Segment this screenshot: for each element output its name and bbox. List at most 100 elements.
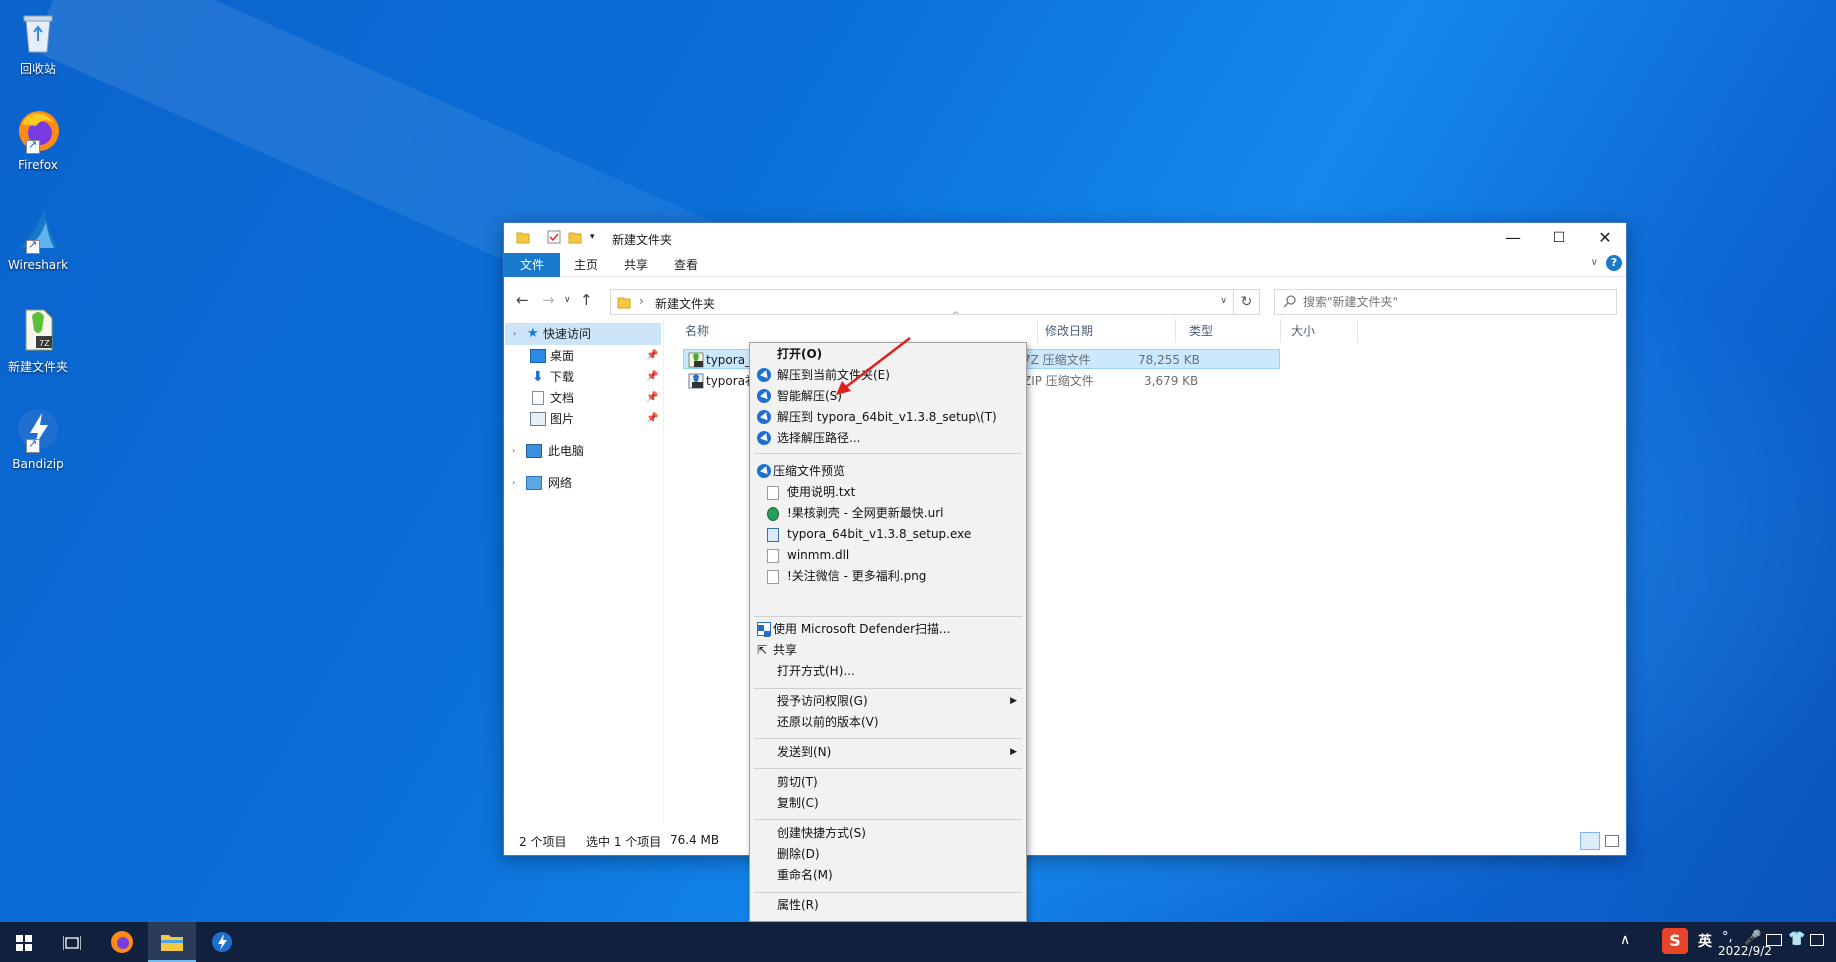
- desktop-icon-firefox[interactable]: Firefox: [2, 106, 74, 172]
- toolbox-icon[interactable]: [1810, 934, 1824, 946]
- bandizip-icon: [757, 410, 771, 424]
- column-header-name[interactable]: 名称: [685, 319, 709, 343]
- menu-item-delete[interactable]: 删除(D): [753, 844, 1023, 865]
- column-header-modified[interactable]: 修改日期: [1045, 319, 1093, 343]
- search-box[interactable]: [1274, 289, 1617, 315]
- address-bar[interactable]: › 新建文件夹 ∨: [610, 289, 1234, 315]
- properties-check-icon[interactable]: [547, 230, 561, 247]
- refresh-button[interactable]: ↻: [1234, 289, 1260, 315]
- address-row: ← → ∨ ↑ › 新建文件夹 ∨ ↻: [504, 285, 1626, 317]
- column-separator[interactable]: [1280, 319, 1281, 343]
- menu-item-preview-file[interactable]: typora_64bit_v1.3.8_setup.exe: [753, 524, 1023, 545]
- breadcrumb-chevron-icon: ›: [639, 294, 644, 308]
- network-icon: [526, 476, 542, 490]
- tab-view[interactable]: 查看: [660, 253, 712, 277]
- menu-item-properties[interactable]: 属性(R): [753, 895, 1023, 916]
- taskbar-file-explorer[interactable]: [148, 922, 196, 962]
- recent-locations-chevron-icon[interactable]: ∨: [564, 295, 571, 305]
- nav-item-label: 文档: [550, 391, 575, 405]
- menu-item-cut[interactable]: 剪切(T): [753, 772, 1023, 793]
- annotation-arrow-icon: [836, 337, 911, 395]
- menu-item-preview-file[interactable]: winmm.dll: [753, 545, 1023, 566]
- menu-item-preview-file[interactable]: !关注微信 - 更多福利.png: [753, 566, 1023, 587]
- menu-item-copy[interactable]: 复制(C): [753, 793, 1023, 814]
- nav-item-quick-access[interactable]: › ★ 快速访问: [505, 323, 661, 345]
- nav-item-desktop[interactable]: 桌面 📌: [504, 345, 664, 367]
- expand-chevron-icon[interactable]: ›: [512, 472, 515, 494]
- expand-chevron-icon[interactable]: ›: [513, 323, 516, 345]
- clothing-skin-icon[interactable]: 👕: [1788, 931, 1805, 947]
- wireshark-icon: [14, 206, 62, 254]
- globe-icon: [767, 507, 779, 521]
- desktop-icon-new-folder-archive[interactable]: 7Z 新建文件夹: [2, 306, 74, 375]
- close-button[interactable]: ✕: [1582, 223, 1628, 253]
- menu-item-preview-file[interactable]: !果核剥壳 - 全网更新最快.url: [753, 503, 1023, 524]
- selected-size: 76.4 MB: [670, 833, 720, 847]
- sogou-ime-icon[interactable]: S: [1662, 928, 1688, 954]
- nav-item-label: 下载: [550, 370, 575, 384]
- nav-item-downloads[interactable]: ⬇ 下载 📌: [504, 366, 664, 388]
- show-hidden-icons-chevron-icon[interactable]: ∧: [1620, 932, 1630, 948]
- nav-item-documents[interactable]: 文档 📌: [504, 387, 664, 409]
- document-icon: [532, 391, 544, 405]
- details-view-icon[interactable]: [1580, 832, 1600, 850]
- bandizip-icon: [757, 389, 771, 403]
- tab-file[interactable]: 文件: [504, 253, 560, 277]
- up-arrow-icon[interactable]: ↑: [580, 291, 593, 309]
- context-menu[interactable]: 打开(O) 解压到当前文件夹(E) 智能解压(S) 解压到 typora_64b…: [749, 342, 1027, 922]
- menu-item-preview-file[interactable]: 使用说明.txt: [753, 482, 1023, 503]
- menu-item-choose-extract-path[interactable]: 选择解压路径...: [753, 428, 1023, 449]
- title-bar[interactable]: ▾ 新建文件夹 — ☐ ✕: [504, 223, 1626, 253]
- menu-item-defender-scan[interactable]: 使用 Microsoft Defender扫描...: [753, 619, 1023, 640]
- dll-file-icon: [767, 549, 779, 563]
- menu-item-create-shortcut[interactable]: 创建快捷方式(S): [753, 823, 1023, 844]
- column-separator[interactable]: [1357, 319, 1358, 343]
- task-view-button[interactable]: [48, 922, 96, 962]
- back-arrow-icon[interactable]: ←: [516, 291, 529, 309]
- menu-item-rename[interactable]: 重命名(M): [753, 865, 1023, 886]
- taskbar-firefox[interactable]: [98, 922, 146, 962]
- forward-arrow-icon[interactable]: →: [542, 291, 555, 309]
- nav-item-network[interactable]: › 网络: [504, 472, 664, 494]
- pin-icon: 📌: [646, 392, 659, 403]
- menu-item-extract-to-folder[interactable]: 解压到 typora_64bit_v1.3.8_setup\(T): [753, 407, 1023, 428]
- tray-date[interactable]: 2022/9/2: [1718, 944, 1772, 958]
- help-icon[interactable]: ?: [1606, 255, 1622, 271]
- expand-ribbon-chevron-icon[interactable]: ∨: [1591, 257, 1598, 268]
- desktop-icon-bandizip[interactable]: Bandizip: [2, 405, 74, 471]
- menu-item-archive-preview[interactable]: 压缩文件预览: [753, 461, 1023, 482]
- minimize-button[interactable]: —: [1490, 223, 1536, 253]
- column-separator[interactable]: [1037, 319, 1038, 343]
- customize-toolbar-chevron-icon[interactable]: ▾: [590, 232, 595, 242]
- start-button[interactable]: [0, 922, 48, 962]
- menu-item-share[interactable]: ⇱ 共享: [753, 640, 1023, 661]
- nav-item-pictures[interactable]: 图片 📌: [504, 408, 664, 430]
- nav-item-this-pc[interactable]: › 此电脑: [504, 440, 664, 462]
- menu-item-grant-access[interactable]: 授予访问权限(G) ▶: [753, 691, 1023, 712]
- breadcrumb-current[interactable]: 新建文件夹: [655, 295, 715, 312]
- menu-item-label: 使用说明.txt: [787, 485, 856, 499]
- taskbar-bandizip[interactable]: [198, 922, 246, 962]
- menu-item-open-with[interactable]: 打开方式(H)...: [753, 661, 1023, 682]
- menu-item-restore-versions[interactable]: 还原以前的版本(V): [753, 712, 1023, 733]
- column-header-size[interactable]: 大小: [1291, 319, 1315, 343]
- address-dropdown-chevron-icon[interactable]: ∨: [1220, 296, 1227, 306]
- punctuation-icon[interactable]: °,: [1722, 930, 1733, 945]
- column-separator[interactable]: [1175, 319, 1176, 343]
- new-folder-icon[interactable]: [568, 230, 582, 247]
- column-header-type[interactable]: 类型: [1189, 319, 1213, 343]
- firefox-icon: [111, 931, 133, 953]
- ime-mode-label[interactable]: 英: [1698, 931, 1712, 951]
- desktop-icon-wireshark[interactable]: Wireshark: [2, 206, 74, 272]
- menu-item-label: 发送到(N): [777, 745, 832, 759]
- search-input[interactable]: [1303, 293, 1603, 311]
- menu-item-send-to[interactable]: 发送到(N) ▶: [753, 742, 1023, 763]
- explorer-window[interactable]: ▾ 新建文件夹 — ☐ ✕ 文件 主页 共享 查看 ∨ ? ← → ∨ ↑ › …: [503, 222, 1627, 856]
- large-icons-view-icon[interactable]: [1605, 835, 1619, 847]
- tab-share[interactable]: 共享: [610, 253, 662, 277]
- tab-home[interactable]: 主页: [560, 253, 612, 277]
- maximize-button[interactable]: ☐: [1536, 223, 1582, 253]
- menu-item-label: !关注微信 - 更多福利.png: [787, 569, 927, 583]
- desktop-icon-recycle-bin[interactable]: 回收站: [2, 8, 74, 77]
- expand-chevron-icon[interactable]: ›: [512, 440, 515, 462]
